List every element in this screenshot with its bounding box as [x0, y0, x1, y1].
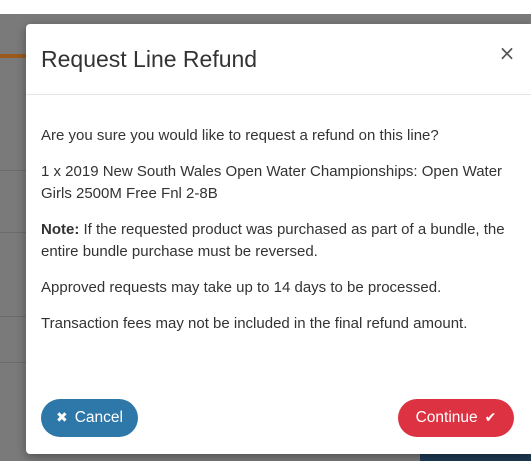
continue-button[interactable]: Continue ✔ [398, 399, 514, 437]
check-icon: ✔ [484, 410, 497, 426]
line-item-description: 1 x 2019 New South Wales Open Water Cham… [41, 163, 503, 202]
note-text: If the requested product was purchased a… [41, 221, 505, 260]
close-icon[interactable]: × [496, 42, 518, 64]
processing-info: Approved requests may take up to 14 days… [41, 279, 442, 296]
cancel-label: Cancel [74, 409, 123, 426]
continue-label: Continue [415, 409, 478, 426]
dialog-body: Are you sure you would like to request a… [41, 125, 519, 349]
dialog-header: Request Line Refund × [26, 24, 531, 95]
note-label: Note: [41, 221, 80, 238]
x-icon: ✖ [56, 410, 68, 426]
refund-question: Are you sure you would like to request a… [41, 127, 439, 144]
refund-dialog: Request Line Refund × Are you sure you w… [26, 24, 531, 454]
cancel-button[interactable]: ✖ Cancel [41, 399, 138, 437]
fees-info: Transaction fees may not be included in … [41, 315, 468, 332]
dialog-title: Request Line Refund [41, 46, 258, 72]
background-accent-bar [0, 54, 26, 58]
bundle-note: Note: If the requested product was purch… [41, 219, 519, 263]
